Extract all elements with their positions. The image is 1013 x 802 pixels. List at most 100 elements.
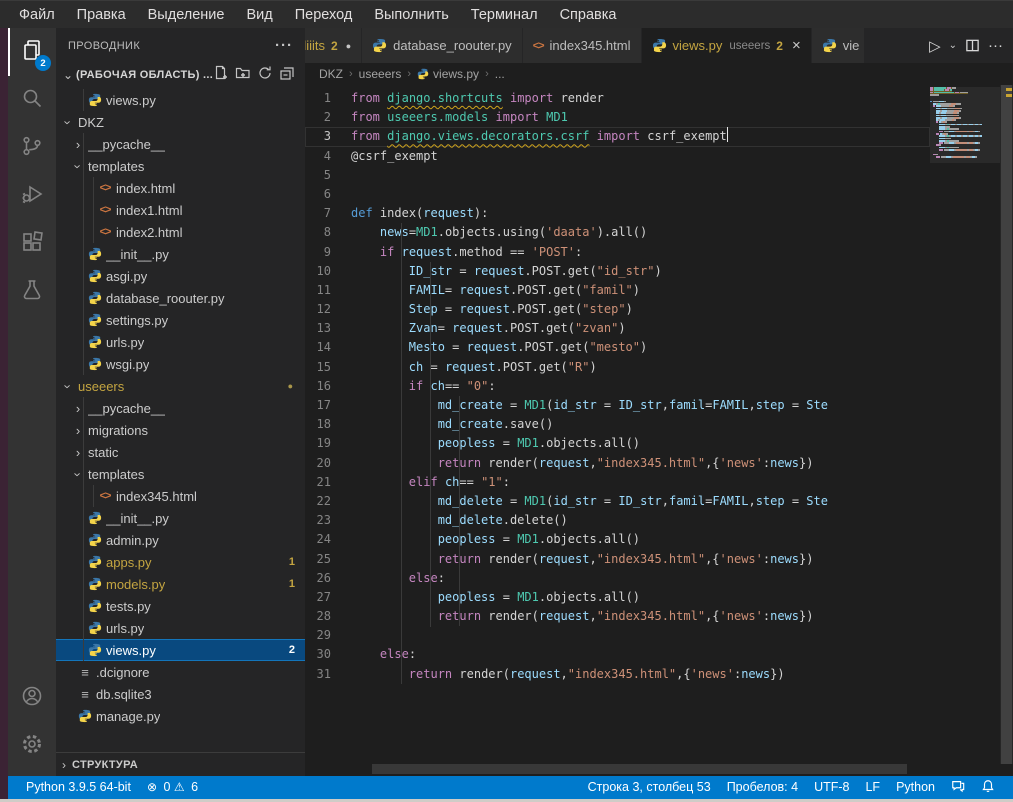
code-line-2[interactable]: 2from useeers.models import MD1 — [305, 108, 930, 127]
code-line-19[interactable]: 19 peopless = MD1.objects.all() — [305, 434, 930, 453]
tree-item-__pycache__[interactable]: ›__pycache__ — [56, 133, 305, 155]
tree-item-urls.py[interactable]: urls.py — [56, 331, 305, 353]
status-indentation[interactable]: Пробелов: 4 — [719, 776, 806, 799]
tree-item-templates[interactable]: ›templates — [56, 463, 305, 485]
menu-item-5[interactable]: Переход — [284, 1, 364, 29]
tree-item-index2.html[interactable]: <>index2.html — [56, 221, 305, 243]
code-line-6[interactable]: 6 — [305, 185, 930, 204]
tree-item-static[interactable]: ›static — [56, 441, 305, 463]
status-encoding[interactable]: UTF-8 — [806, 776, 857, 799]
menu-item-2[interactable]: Правка — [66, 1, 137, 29]
code-line-3[interactable]: 3from django.views.decorators.csrf impor… — [305, 127, 930, 146]
breadcrumb-item-DKZ[interactable]: DKZ — [319, 67, 343, 81]
code-line-1[interactable]: 1from django.shortcuts import render — [305, 89, 930, 108]
code-line-28[interactable]: 28 return render(request,"index345.html"… — [305, 607, 930, 626]
explorer-activity-button[interactable]: 2 — [8, 28, 56, 76]
status-cursor-position[interactable]: Строка 3, столбец 53 — [580, 776, 719, 799]
code-line-5[interactable]: 5 — [305, 166, 930, 185]
status-problems[interactable]: ⊗ 0 ⚠ 6 — [139, 776, 206, 799]
tree-item-templates[interactable]: ›templates — [56, 155, 305, 177]
more-actions-button[interactable]: ··· — [986, 35, 1005, 56]
tab-views.py[interactable]: views.pyuseeers2× — [642, 28, 811, 63]
tree-item-views.py[interactable]: views.py — [56, 89, 305, 111]
close-icon[interactable]: × — [792, 38, 801, 53]
breadcrumb-item-views.py[interactable]: views.py — [417, 67, 479, 81]
testing-activity-button[interactable] — [8, 268, 56, 316]
workspace-section-header[interactable]: ⌄ (РАБОЧАЯ ОБЛАСТЬ) ... — [56, 63, 305, 87]
status-language[interactable]: Python — [888, 776, 943, 799]
run-dropdown-chevron-icon[interactable]: ⌄ — [947, 38, 959, 53]
run-python-file-button[interactable]: ▷ — [927, 35, 943, 57]
account-button[interactable] — [8, 674, 56, 722]
code-line-29[interactable]: 29 — [305, 626, 930, 645]
code-line-15[interactable]: 15 ch = request.POST.get("R") — [305, 358, 930, 377]
breadcrumb-item-useeers[interactable]: useeers — [359, 67, 402, 81]
code-line-9[interactable]: 9 if request.method == 'POST': — [305, 243, 930, 262]
tree-item-views.py[interactable]: views.py2 — [56, 639, 305, 661]
code-line-23[interactable]: 23 md_delete.delete() — [305, 511, 930, 530]
outline-section-header[interactable]: › СТРУКТУРА — [56, 752, 305, 776]
tree-item-admin.py[interactable]: admin.py — [56, 529, 305, 551]
new-folder-button[interactable] — [235, 65, 251, 86]
tree-item-asgi.py[interactable]: asgi.py — [56, 265, 305, 287]
code-line-21[interactable]: 21 elif ch== "1": — [305, 473, 930, 492]
code-line-7[interactable]: 7def index(request): — [305, 204, 930, 223]
tab-diiits[interactable]: diiits2● — [305, 28, 361, 63]
search-activity-button[interactable] — [8, 76, 56, 124]
extensions-activity-button[interactable] — [8, 220, 56, 268]
explorer-more-actions-button[interactable]: ··· — [275, 37, 293, 54]
tree-item-tests.py[interactable]: tests.py — [56, 595, 305, 617]
tree-item-index1.html[interactable]: <>index1.html — [56, 199, 305, 221]
tree-item-useeers[interactable]: ›useeers● — [56, 375, 305, 397]
code-line-13[interactable]: 13 Zvan= request.POST.get("zvan") — [305, 319, 930, 338]
tree-item-index345.html[interactable]: <>index345.html — [56, 485, 305, 507]
vertical-scrollbar-thumb[interactable] — [1001, 85, 1012, 764]
tab-database_roouter.py[interactable]: database_roouter.py — [362, 28, 522, 63]
code-line-22[interactable]: 22 md_delete = MD1(id_str = ID_str,famil… — [305, 492, 930, 511]
minimap-slider[interactable] — [930, 87, 1000, 163]
tree-item-db.sqlite3[interactable]: ≡db.sqlite3 — [56, 683, 305, 705]
code-line-4[interactable]: 4@csrf_exempt — [305, 147, 930, 166]
notifications-button[interactable] — [973, 776, 1003, 799]
settings-button[interactable] — [8, 722, 56, 770]
tree-item-settings.py[interactable]: settings.py — [56, 309, 305, 331]
tree-item-urls.py[interactable]: urls.py — [56, 617, 305, 639]
code-line-17[interactable]: 17 md_create = MD1(id_str = ID_str,famil… — [305, 396, 930, 415]
tree-item-models.py[interactable]: models.py1 — [56, 573, 305, 595]
tree-item-__init__.py[interactable]: __init__.py — [56, 507, 305, 529]
tree-item-index.html[interactable]: <>index.html — [56, 177, 305, 199]
tree-item-__init__.py[interactable]: __init__.py — [56, 243, 305, 265]
horizontal-scrollbar-thumb[interactable] — [372, 764, 907, 774]
source-control-activity-button[interactable] — [8, 124, 56, 172]
status-eol[interactable]: LF — [857, 776, 888, 799]
tab-vie[interactable]: vie — [812, 28, 864, 63]
code-line-8[interactable]: 8 news=MD1.objects.using('daata').all() — [305, 223, 930, 242]
refresh-button[interactable] — [257, 65, 273, 86]
collapse-folders-button[interactable] — [279, 65, 295, 86]
code-line-25[interactable]: 25 return render(request,"index345.html"… — [305, 550, 930, 569]
code-line-24[interactable]: 24 peopless = MD1.objects.all() — [305, 530, 930, 549]
tree-item-.dcignore[interactable]: ≡.dcignore — [56, 661, 305, 683]
code-line-14[interactable]: 14 Mesto = request.POST.get("mesto") — [305, 338, 930, 357]
tree-item-database_roouter.py[interactable]: database_roouter.py — [56, 287, 305, 309]
breadcrumb-item-...[interactable]: ... — [495, 67, 505, 81]
menu-item-3[interactable]: Выделение — [137, 1, 236, 29]
menu-item-8[interactable]: Справка — [549, 1, 628, 29]
tweet-feedback-button[interactable] — [943, 776, 973, 799]
tab-index345.html[interactable]: <>index345.html — [523, 28, 641, 63]
menu-item-7[interactable]: Терминал — [460, 1, 549, 29]
code-line-26[interactable]: 26 else: — [305, 569, 930, 588]
menu-item-6[interactable]: Выполнить — [363, 1, 459, 29]
code-line-20[interactable]: 20 return render(request,"index345.html"… — [305, 454, 930, 473]
tree-item-DKZ[interactable]: ›DKZ — [56, 111, 305, 133]
tree-item-manage.py[interactable]: manage.py — [56, 705, 305, 727]
minimap[interactable] — [930, 87, 1000, 158]
tree-item-wsgi.py[interactable]: wsgi.py — [56, 353, 305, 375]
tree-item-apps.py[interactable]: apps.py1 — [56, 551, 305, 573]
code-line-11[interactable]: 11 FAMIL= request.POST.get("famil") — [305, 281, 930, 300]
code-line-10[interactable]: 10 ID_str = request.POST.get("id_str") — [305, 262, 930, 281]
tree-item-__pycache__[interactable]: ›__pycache__ — [56, 397, 305, 419]
code-line-18[interactable]: 18 md_create.save() — [305, 415, 930, 434]
code-editor[interactable]: 1from django.shortcuts import render2fro… — [305, 85, 1013, 776]
status-python-interpreter[interactable]: Python 3.9.5 64-bit — [18, 776, 139, 799]
